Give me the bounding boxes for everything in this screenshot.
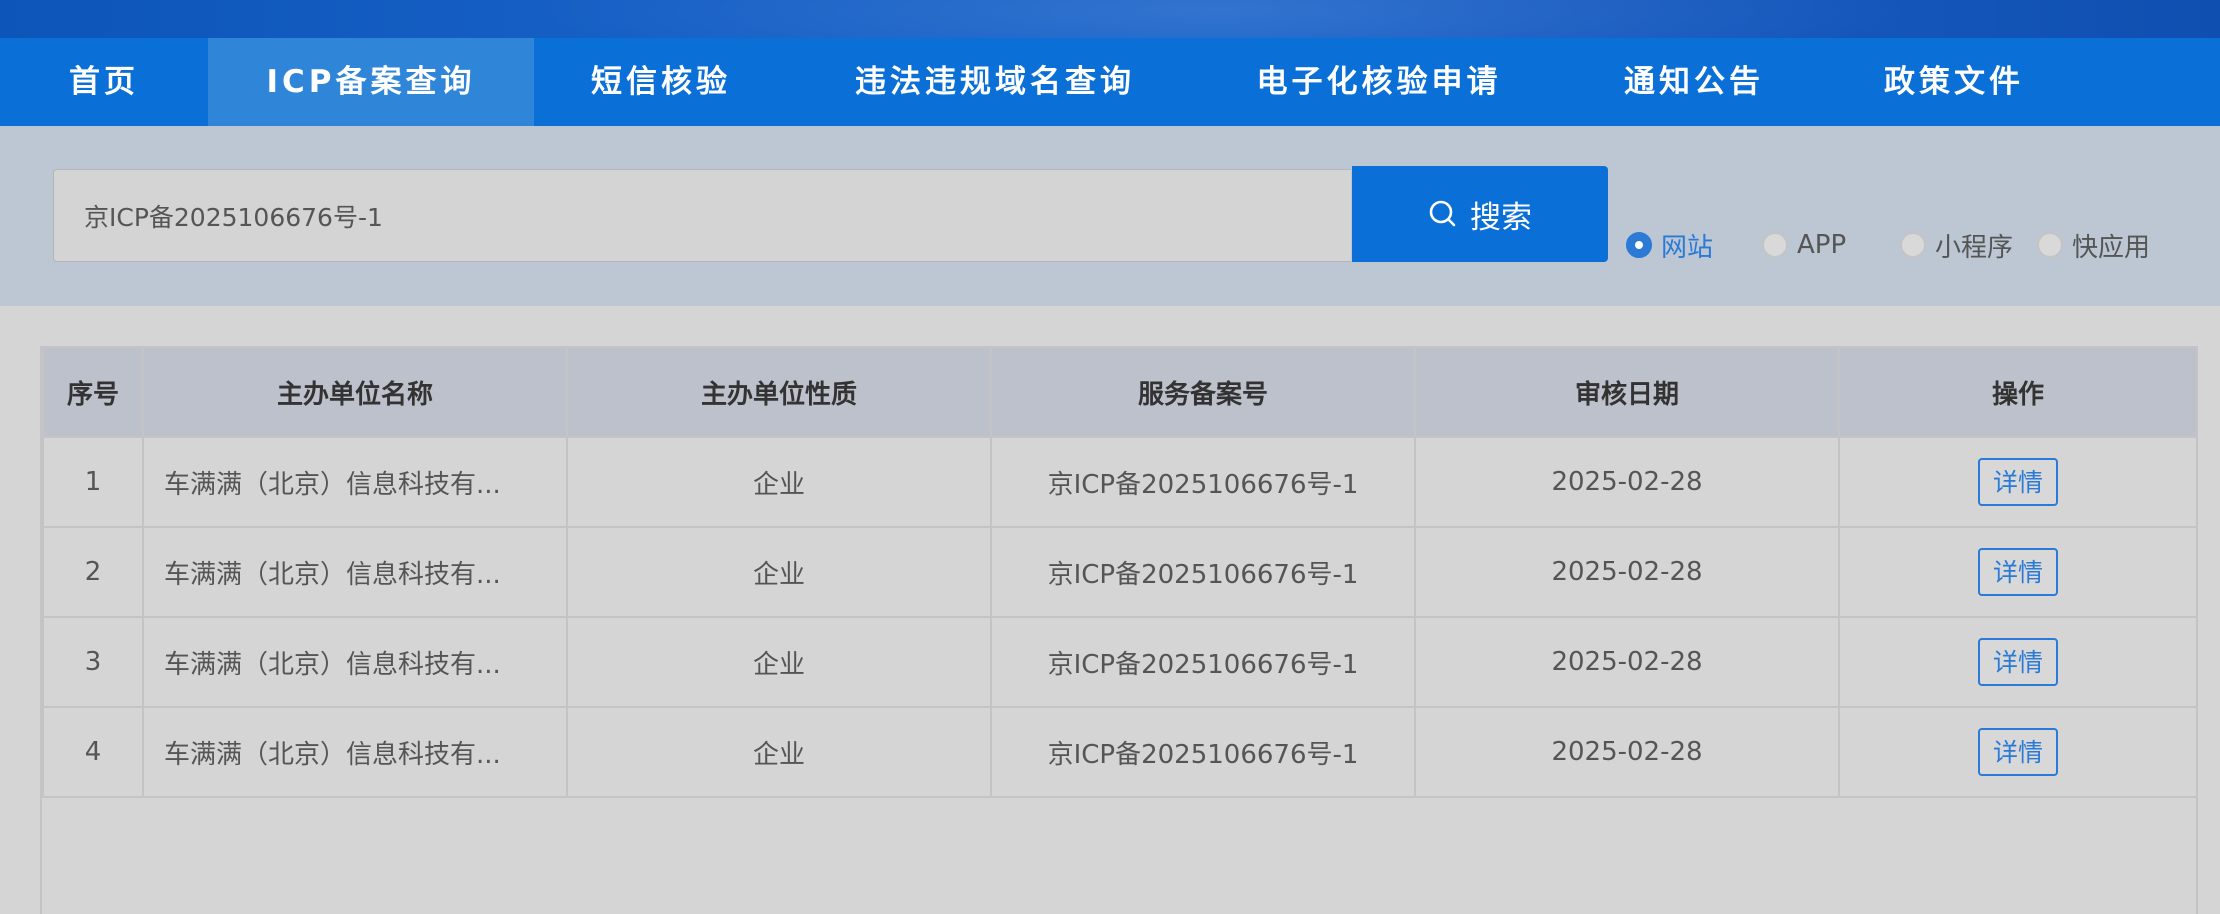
top-banner — [0, 0, 2220, 38]
results-table: 序号 主办单位名称 主办单位性质 服务备案号 审核日期 操作 1 车满满（北京）… — [42, 346, 2198, 798]
nav-item-icp-query[interactable]: ICP备案查询 — [208, 38, 534, 126]
cell-org-type: 企业 — [566, 616, 992, 708]
header-org-type: 主办单位性质 — [566, 346, 992, 438]
cell-org-name: 车满满（北京）信息科技有... — [142, 526, 568, 618]
header-org-name: 主办单位名称 — [142, 346, 568, 438]
radio-quick-app[interactable]: 快应用 — [2037, 218, 2150, 272]
nav-item-notices[interactable]: 通知公告 — [1556, 38, 1832, 126]
cell-org-type: 企业 — [566, 436, 992, 528]
radio-circle-icon — [2037, 232, 2063, 258]
nav-item-policy-docs[interactable]: 政策文件 — [1832, 38, 2076, 126]
radio-website[interactable]: 网站 — [1626, 218, 1713, 272]
cell-review-date: 2025-02-28 — [1414, 706, 1840, 798]
cell-review-date: 2025-02-28 — [1414, 526, 1840, 618]
radio-mini-program[interactable]: 小程序 — [1900, 218, 2013, 272]
cell-review-date: 2025-02-28 — [1414, 436, 1840, 528]
radio-label: APP — [1797, 230, 1847, 260]
header-action: 操作 — [1838, 346, 2198, 438]
search-area: 搜索 网站 APP 小程序 快应用 — [0, 126, 2220, 306]
header-record-no: 服务备案号 — [990, 346, 1416, 438]
radio-label: 网站 — [1661, 232, 1714, 263]
cell-action: 详情 — [1838, 436, 2198, 528]
detail-button[interactable]: 详情 — [1978, 548, 2058, 596]
search-input[interactable] — [53, 169, 1351, 262]
table-row: 1 车满满（北京）信息科技有... 企业 京ICP备2025106676号-1 … — [42, 436, 2198, 528]
radio-circle-icon — [1900, 232, 1926, 258]
cell-index: 1 — [42, 436, 144, 528]
radio-circle-icon — [1626, 232, 1652, 258]
cell-action: 详情 — [1838, 706, 2198, 798]
cell-org-name: 车满满（北京）信息科技有... — [142, 616, 568, 708]
radio-circle-icon — [1762, 232, 1788, 258]
cell-action: 详情 — [1838, 526, 2198, 618]
cell-record-no: 京ICP备2025106676号-1 — [990, 616, 1416, 708]
results-table-container: 序号 主办单位名称 主办单位性质 服务备案号 审核日期 操作 1 车满满（北京）… — [40, 346, 2198, 914]
nav-item-sms-verify[interactable]: 短信核验 — [534, 38, 788, 126]
cell-org-type: 企业 — [566, 526, 992, 618]
table-header-row: 序号 主办单位名称 主办单位性质 服务备案号 审核日期 操作 — [42, 346, 2198, 438]
header-index: 序号 — [42, 346, 144, 438]
cell-record-no: 京ICP备2025106676号-1 — [990, 436, 1416, 528]
radio-app[interactable]: APP — [1762, 218, 1846, 272]
nav-item-e-verify-apply[interactable]: 电子化核验申请 — [1202, 38, 1556, 126]
detail-button[interactable]: 详情 — [1978, 458, 2058, 506]
nav-item-illegal-domain-query[interactable]: 违法违规域名查询 — [788, 38, 1202, 126]
cell-index: 3 — [42, 616, 144, 708]
radio-label: 快应用 — [2072, 232, 2151, 263]
cell-action: 详情 — [1838, 616, 2198, 708]
cell-org-name: 车满满（北京）信息科技有... — [142, 436, 568, 528]
search-button[interactable]: 搜索 — [1352, 166, 1608, 262]
search-icon — [1429, 200, 1456, 227]
table-row: 2 车满满（北京）信息科技有... 企业 京ICP备2025106676号-1 … — [42, 526, 2198, 618]
table-row: 4 车满满（北京）信息科技有... 企业 京ICP备2025106676号-1 … — [42, 706, 2198, 798]
cell-index: 4 — [42, 706, 144, 798]
main-nav: 首页 ICP备案查询 短信核验 违法违规域名查询 电子化核验申请 通知公告 政策… — [0, 38, 2220, 126]
search-button-label: 搜索 — [1470, 199, 1532, 236]
nav-item-home[interactable]: 首页 — [0, 38, 208, 126]
header-review-date: 审核日期 — [1414, 346, 1840, 438]
radio-label: 小程序 — [1935, 232, 2014, 263]
cell-org-name: 车满满（北京）信息科技有... — [142, 706, 568, 798]
cell-org-type: 企业 — [566, 706, 992, 798]
detail-button[interactable]: 详情 — [1978, 728, 2058, 776]
cell-index: 2 — [42, 526, 144, 618]
table-row: 3 车满满（北京）信息科技有... 企业 京ICP备2025106676号-1 … — [42, 616, 2198, 708]
cell-record-no: 京ICP备2025106676号-1 — [990, 706, 1416, 798]
detail-button[interactable]: 详情 — [1978, 638, 2058, 686]
cell-review-date: 2025-02-28 — [1414, 616, 1840, 708]
cell-record-no: 京ICP备2025106676号-1 — [990, 526, 1416, 618]
